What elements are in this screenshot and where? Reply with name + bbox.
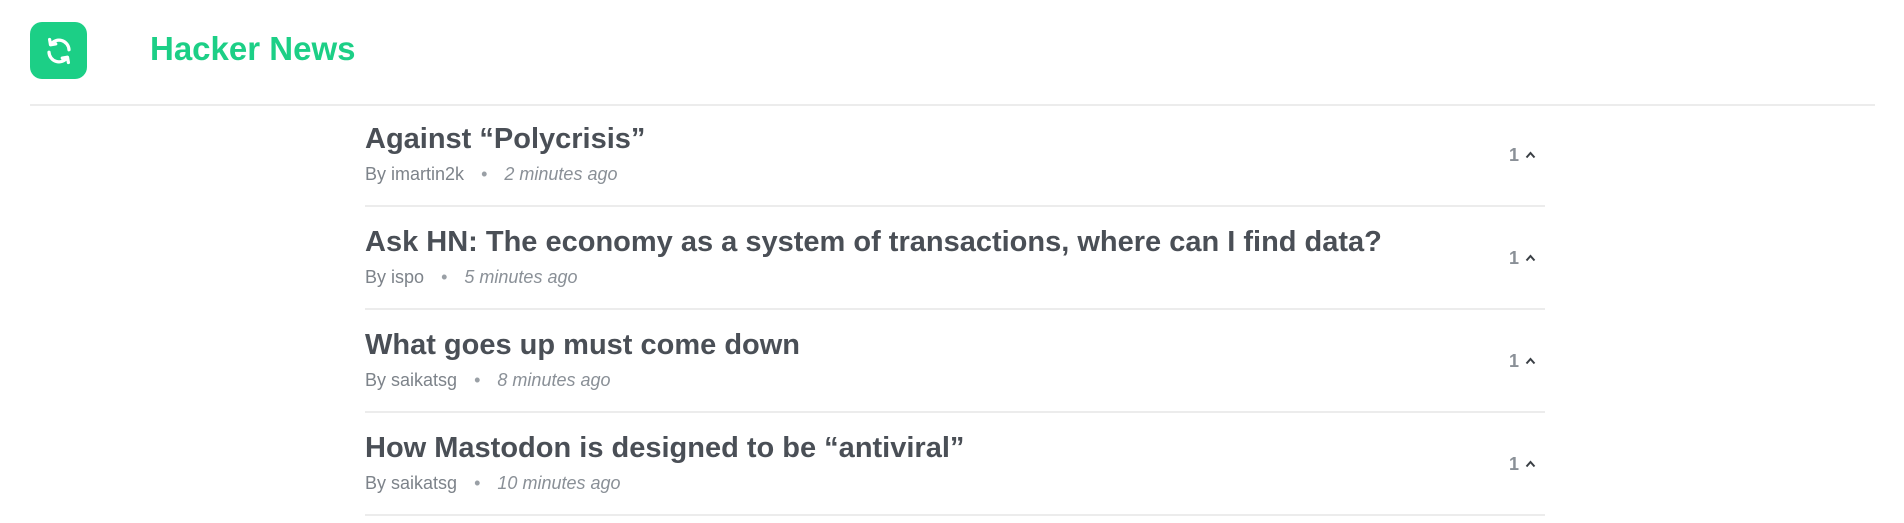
meta-separator: •: [441, 267, 448, 287]
score-value: 1: [1508, 248, 1519, 268]
story-title[interactable]: How Mastodon is designed to be “antivira…: [365, 430, 964, 466]
story-meta: By imartin2k • 2 minutes ago: [365, 162, 617, 186]
story-score: 1: [1509, 453, 1537, 475]
meta-separator: •: [481, 164, 488, 184]
story-item: How Mastodon is designed to be “antivira…: [365, 413, 1545, 516]
story-item: Ask HN: The economy as a system of trans…: [365, 207, 1545, 310]
app-header: Hacker News: [30, 0, 1875, 106]
meta-separator: •: [474, 473, 481, 493]
by-prefix: By: [365, 164, 387, 184]
story-item: Against “Polycrisis” By imartin2k • 2 mi…: [365, 104, 1545, 207]
story-meta: By saikatsg • 8 minutes ago: [365, 368, 611, 392]
refresh-button[interactable]: [30, 22, 87, 79]
score-value: 1: [1508, 351, 1519, 371]
by-prefix: By: [365, 267, 387, 287]
story-time: 10 minutes ago: [497, 473, 621, 493]
app-title[interactable]: Hacker News: [150, 28, 355, 70]
score-value: 1: [1508, 145, 1519, 165]
story-author[interactable]: ispo: [391, 267, 424, 287]
chevron-up-icon: [1525, 254, 1535, 262]
refresh-icon: [46, 37, 71, 64]
story-title[interactable]: Ask HN: The economy as a system of trans…: [365, 224, 1382, 260]
upvote-button[interactable]: [1523, 457, 1537, 471]
story-meta: By ispo • 5 minutes ago: [365, 265, 577, 289]
upvote-button[interactable]: [1523, 148, 1537, 162]
upvote-button[interactable]: [1523, 354, 1537, 368]
story-time: 2 minutes ago: [504, 164, 618, 184]
meta-separator: •: [474, 370, 481, 390]
chevron-up-icon: [1525, 357, 1535, 365]
story-author[interactable]: imartin2k: [391, 164, 464, 184]
story-author[interactable]: saikatsg: [391, 473, 457, 493]
story-meta: By saikatsg • 10 minutes ago: [365, 471, 621, 495]
story-score: 1: [1509, 247, 1537, 269]
story-time: 5 minutes ago: [464, 267, 578, 287]
by-prefix: By: [365, 370, 387, 390]
story-time: 8 minutes ago: [497, 370, 611, 390]
upvote-button[interactable]: [1523, 251, 1537, 265]
story-title[interactable]: Against “Polycrisis”: [365, 121, 645, 157]
chevron-up-icon: [1525, 151, 1535, 159]
score-value: 1: [1508, 454, 1519, 474]
story-title[interactable]: What goes up must come down: [365, 327, 800, 363]
story-score: 1: [1509, 144, 1537, 166]
story-list: Against “Polycrisis” By imartin2k • 2 mi…: [365, 104, 1545, 516]
chevron-up-icon: [1525, 460, 1535, 468]
story-score: 1: [1509, 350, 1537, 372]
by-prefix: By: [365, 473, 387, 493]
story-item: What goes up must come down By saikatsg …: [365, 310, 1545, 413]
story-author[interactable]: saikatsg: [391, 370, 457, 390]
